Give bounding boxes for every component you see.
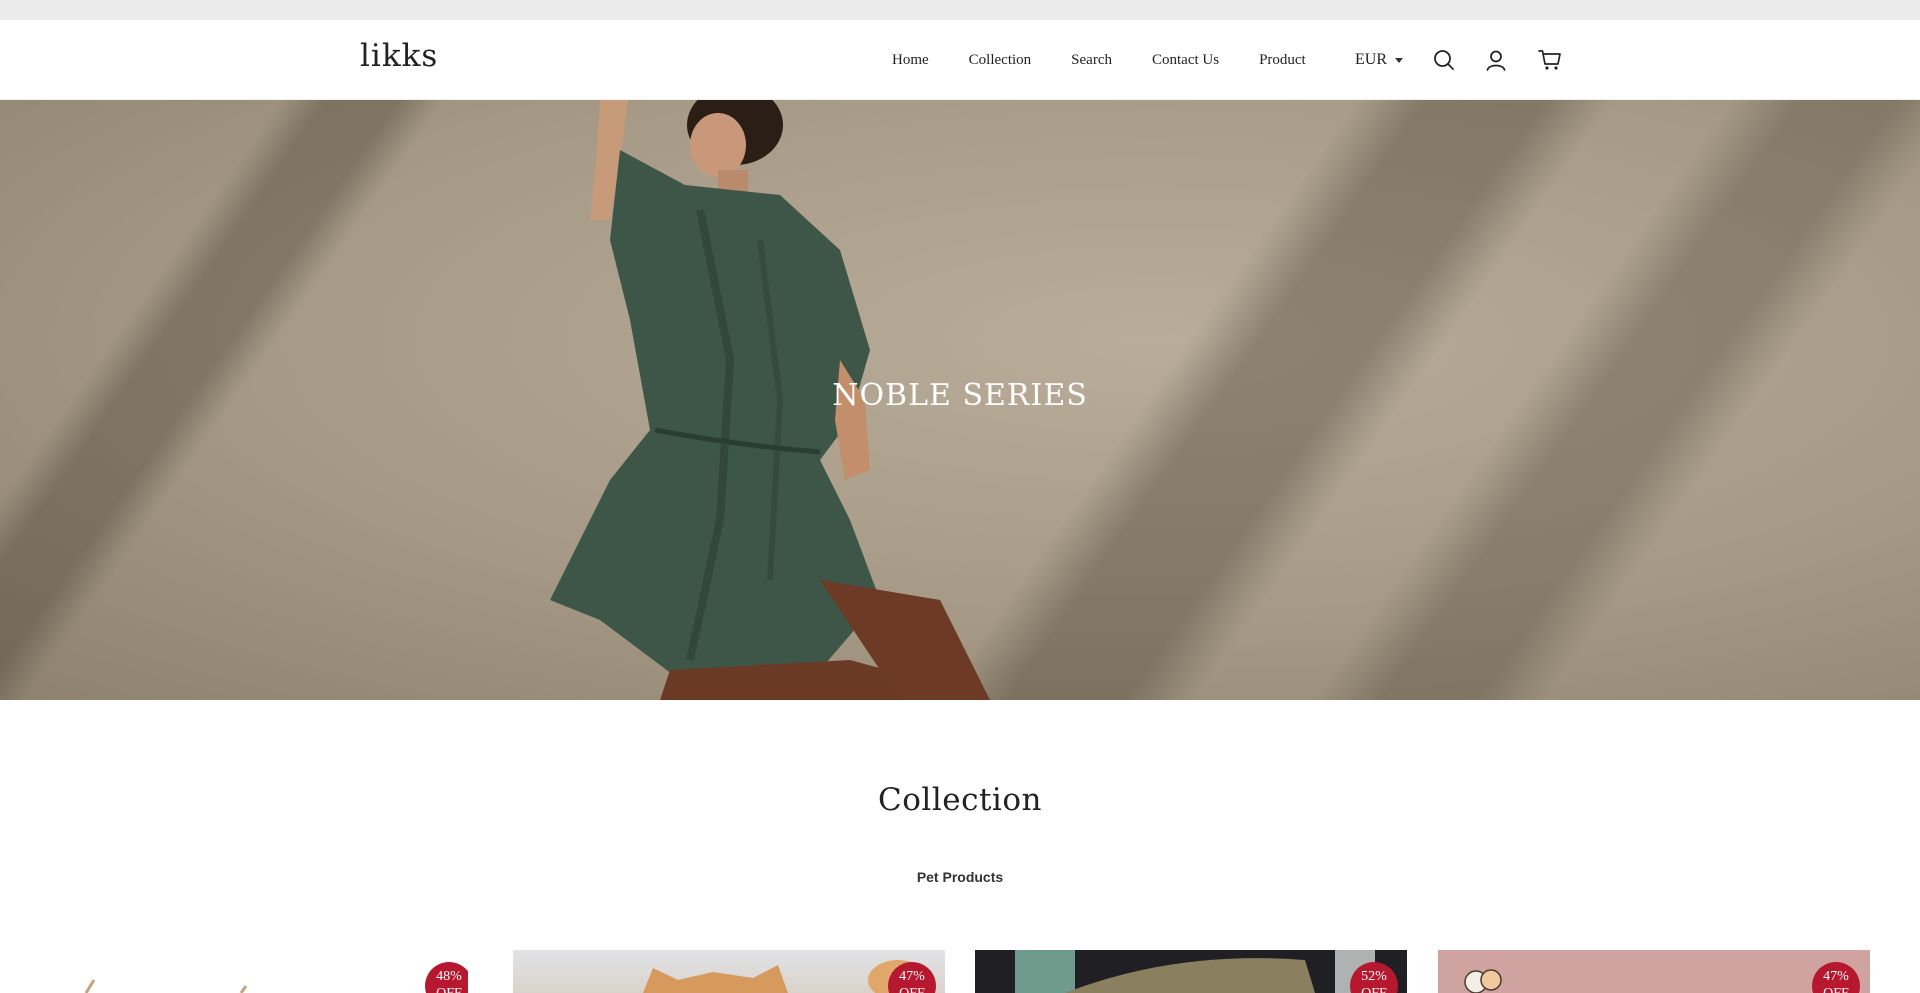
nav-search[interactable]: Search: [1071, 52, 1112, 69]
store-logo[interactable]: likks: [360, 38, 438, 74]
caret-down-icon: [1395, 57, 1403, 63]
discount-percent: 47%: [1823, 969, 1849, 984]
discount-off-label: OFF: [888, 985, 936, 993]
discount-percent: 47%: [899, 969, 925, 984]
nav-contact-us[interactable]: Contact Us: [1152, 52, 1219, 69]
product-image: [1015, 950, 1375, 993]
search-icon[interactable]: [1432, 48, 1456, 72]
currency-selector[interactable]: EUR: [1355, 20, 1403, 100]
product-card[interactable]: 47% OFF: [513, 950, 945, 993]
main-nav: Home Collection Search Contact Us Produc…: [892, 20, 1346, 100]
discount-off-label: OFF: [1350, 985, 1398, 993]
nav-collection[interactable]: Collection: [969, 52, 1032, 69]
currency-label: EUR: [1355, 51, 1387, 68]
nav-home[interactable]: Home: [892, 52, 929, 69]
tab-pet-products[interactable]: Pet Products: [0, 869, 1920, 885]
product-card[interactable]: 48% OFF: [36, 950, 468, 993]
product-image: [1464, 969, 1502, 993]
account-icon[interactable]: [1484, 48, 1508, 72]
discount-percent: 48%: [436, 969, 462, 984]
nav-product[interactable]: Product: [1259, 52, 1306, 69]
product-image: [84, 979, 248, 993]
discount-off-label: OFF: [425, 985, 468, 993]
site-header: likks Home Collection Search Contact Us …: [0, 20, 1920, 100]
product-card[interactable]: 52% OFF: [975, 950, 1407, 993]
hero-title: NOBLE SERIES: [832, 378, 1088, 413]
product-card[interactable]: 47% OFF: [1438, 950, 1870, 993]
cart-icon[interactable]: [1538, 48, 1562, 72]
discount-percent: 52%: [1361, 969, 1387, 984]
hero-banner[interactable]: NOBLE SERIES: [0, 100, 1920, 700]
discount-off-label: OFF: [1812, 985, 1860, 993]
collection-heading: Collection: [878, 782, 1042, 818]
product-image: [643, 960, 928, 993]
announcement-bar: [0, 0, 1920, 20]
